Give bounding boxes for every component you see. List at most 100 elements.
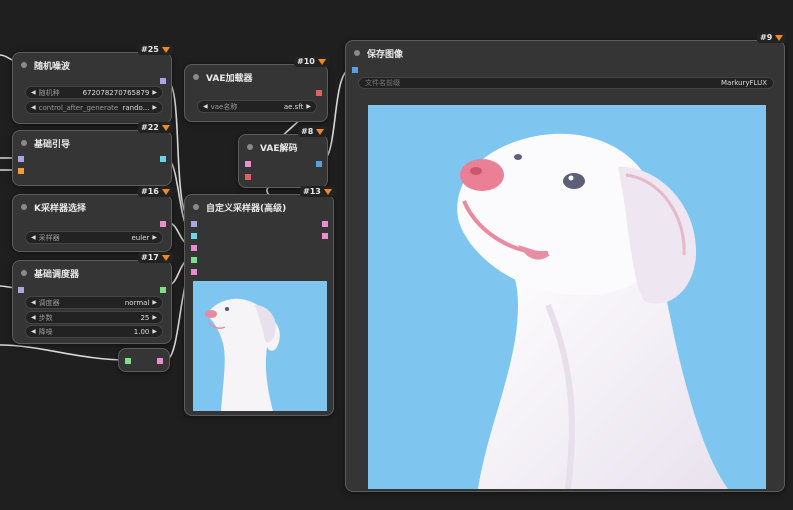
node-basic-scheduler[interactable]: 基础调度器 ◀ 调度器 normal ▶ ◀ 步数 25 ▶ ◀ 降噪 1.00… xyxy=(12,260,172,344)
node-title-bar[interactable]: 自定义采样器(高级) xyxy=(185,195,333,219)
node-title: 保存图像 xyxy=(367,49,404,60)
node-id-text: #10 xyxy=(297,57,315,66)
node-id-text: #9 xyxy=(760,33,773,42)
increment-arrow-icon[interactable]: ▶ xyxy=(152,89,157,96)
increment-arrow-icon[interactable]: ▶ xyxy=(152,234,157,241)
link-left-latent xyxy=(0,344,128,361)
node-save-image[interactable]: 保存图像 文件名前缀 MarkuryFLUX xyxy=(345,40,785,492)
output-slot-output[interactable] xyxy=(322,221,328,227)
node-basic-guider[interactable]: 基础引导 xyxy=(12,130,172,186)
node-id-text: #25 xyxy=(141,45,159,54)
output-slot-denoised-output[interactable] xyxy=(322,233,328,239)
node-title-bar[interactable]: 随机噪波 xyxy=(13,53,171,77)
widget-value: rando... xyxy=(122,103,150,112)
node-id-badge: #16 xyxy=(138,186,173,197)
widget-label: vae名称 xyxy=(210,102,238,111)
fox-icon xyxy=(317,58,326,65)
output-slot-vae[interactable] xyxy=(316,90,322,96)
output-slot-latent[interactable] xyxy=(157,358,163,364)
node-title-bar[interactable]: 基础调度器 xyxy=(13,261,171,285)
node-collapse-dot[interactable] xyxy=(21,140,27,146)
input-slot-noise[interactable] xyxy=(191,221,197,227)
node-custom-sampler-advanced[interactable]: 自定义采样器(高级) xyxy=(184,194,334,416)
filename-prefix-field[interactable]: 文件名前缀 MarkuryFLUX xyxy=(358,77,774,89)
widget-label: control_after_generate xyxy=(38,103,119,112)
node-id-text: #8 xyxy=(301,127,314,136)
node-id-text: #17 xyxy=(141,253,159,262)
node-title: VAE解码 xyxy=(260,143,298,154)
node-id-badge: #9 xyxy=(757,32,787,43)
widget-value: 1.00 xyxy=(133,327,150,336)
output-slot-noise[interactable] xyxy=(160,78,166,84)
input-slot-sigmas[interactable] xyxy=(191,257,197,263)
node-ksampler-select[interactable]: K采样器选择 ◀ 采样器 euler ▶ xyxy=(12,194,172,252)
link-top-left xyxy=(0,54,13,61)
output-slot-image[interactable] xyxy=(316,161,322,167)
widget-value: 25 xyxy=(140,313,150,322)
node-collapse-dot[interactable] xyxy=(21,204,27,210)
node-id-badge: #10 xyxy=(294,56,329,67)
node-collapse-dot[interactable] xyxy=(21,270,27,276)
saved-image-preview[interactable] xyxy=(368,105,766,489)
input-slot-vae[interactable] xyxy=(245,174,251,180)
node-title-bar[interactable]: VAE解码 xyxy=(239,135,327,159)
node-random-noise[interactable]: 随机噪波 ◀ 随机种 672078270765879 ▶ ◀ control_a… xyxy=(12,52,172,124)
sampler-name-widget[interactable]: ◀ 采样器 euler ▶ xyxy=(25,231,163,244)
input-slot-conditioning[interactable] xyxy=(18,168,24,174)
node-title-bar[interactable]: 保存图像 xyxy=(346,41,784,65)
output-slot-sigmas[interactable] xyxy=(160,287,166,293)
node-collapse-dot[interactable] xyxy=(193,204,199,210)
increment-arrow-icon[interactable]: ▶ xyxy=(152,299,157,306)
increment-arrow-icon[interactable]: ▶ xyxy=(152,314,157,321)
increment-arrow-icon[interactable]: ▶ xyxy=(152,328,157,335)
input-slot-guider[interactable] xyxy=(191,233,197,239)
node-vae-decode[interactable]: VAE解码 xyxy=(238,134,328,188)
control-after-generate-widget[interactable]: ◀ control_after_generate rando... ▶ xyxy=(25,101,163,114)
fox-icon xyxy=(323,188,332,195)
node-title-bar[interactable]: VAE加载器 xyxy=(185,65,327,89)
widget-label: 步数 xyxy=(38,313,53,322)
node-title: 自定义采样器(高级) xyxy=(206,203,287,214)
node-collapse-dot[interactable] xyxy=(247,144,253,150)
widget-value: euler xyxy=(131,233,150,242)
input-slot-samples[interactable] xyxy=(245,161,251,167)
input-slot-images[interactable] xyxy=(352,67,358,73)
fox-icon xyxy=(775,34,784,41)
output-slot-guider[interactable] xyxy=(160,156,166,162)
node-id-badge: #22 xyxy=(138,122,173,133)
node-collapse-dot[interactable] xyxy=(21,62,27,68)
node-reroute-latent[interactable] xyxy=(118,348,170,372)
node-id-text: #16 xyxy=(141,187,159,196)
node-id-badge: #17 xyxy=(138,252,173,263)
denoise-widget[interactable]: ◀ 降噪 1.00 ▶ xyxy=(25,325,163,338)
input-slot-sampler[interactable] xyxy=(191,245,197,251)
output-slot-sampler[interactable] xyxy=(160,221,166,227)
input-slot-latent-image[interactable] xyxy=(191,269,197,275)
scheduler-widget[interactable]: ◀ 调度器 normal ▶ xyxy=(25,296,163,309)
fox-icon xyxy=(161,46,170,53)
node-collapse-dot[interactable] xyxy=(193,74,199,80)
node-graph-canvas[interactable]: 随机噪波 ◀ 随机种 672078270765879 ▶ ◀ control_a… xyxy=(0,0,793,510)
node-id-text: #13 xyxy=(303,187,321,196)
vae-name-widget[interactable]: ◀ vae名称 ae.sft ▶ xyxy=(197,100,317,113)
increment-arrow-icon[interactable]: ▶ xyxy=(306,103,311,110)
node-title-bar[interactable]: 基础引导 xyxy=(13,131,171,155)
node-title-bar[interactable]: K采样器选择 xyxy=(13,195,171,219)
node-id-badge: #8 xyxy=(298,126,328,137)
node-vae-loader[interactable]: VAE加载器 ◀ vae名称 ae.sft ▶ xyxy=(184,64,328,122)
node-title: 基础引导 xyxy=(34,139,71,150)
seed-widget[interactable]: ◀ 随机种 672078270765879 ▶ xyxy=(25,86,163,99)
widget-value: normal xyxy=(124,298,150,307)
fox-icon xyxy=(161,254,170,261)
node-title: 基础调度器 xyxy=(34,269,80,280)
steps-widget[interactable]: ◀ 步数 25 ▶ xyxy=(25,311,163,324)
node-collapse-dot[interactable] xyxy=(354,50,360,56)
node-id-badge: #13 xyxy=(300,186,335,197)
increment-arrow-icon[interactable]: ▶ xyxy=(152,104,157,111)
dog-illustration-small xyxy=(193,281,327,411)
input-slot-model[interactable] xyxy=(18,287,24,293)
input-slot-latent[interactable] xyxy=(125,358,131,364)
node-title: 随机噪波 xyxy=(34,61,71,72)
widget-value: ae.sft xyxy=(283,102,304,111)
input-slot-model[interactable] xyxy=(18,156,24,162)
